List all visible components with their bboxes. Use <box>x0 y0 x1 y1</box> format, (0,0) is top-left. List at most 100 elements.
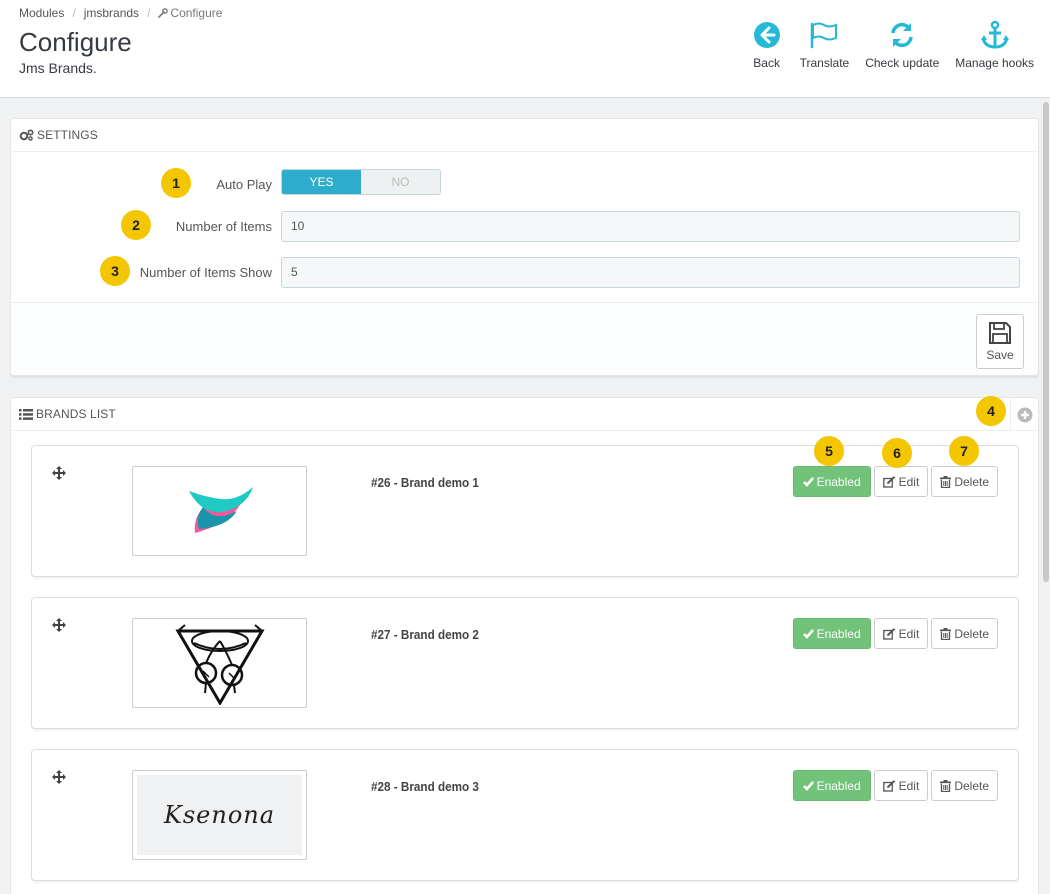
edit-icon <box>882 627 895 640</box>
arrow-left-circle-icon <box>750 18 784 52</box>
wrench-icon <box>158 8 169 18</box>
check-icon <box>802 780 814 791</box>
callout-badge-7: 7 <box>949 436 979 466</box>
auto-play-no[interactable]: NO <box>361 170 440 194</box>
bird-logo-icon <box>188 487 253 533</box>
cogs-icon <box>19 129 34 141</box>
auto-play-switch[interactable]: YES NO <box>281 169 441 195</box>
move-icon[interactable] <box>52 770 66 787</box>
breadcrumb-separator: / <box>147 6 151 20</box>
enabled-label: Enabled <box>816 778 861 793</box>
auto-play-label: Auto Play <box>216 177 272 192</box>
manage-hooks-label: Manage hooks <box>955 56 1034 70</box>
refresh-icon <box>885 18 919 52</box>
anchor-icon <box>978 18 1012 52</box>
script-logo-text: Ksenona <box>163 801 276 829</box>
brands-list-heading: Brands list <box>11 398 1038 431</box>
edit-button[interactable]: Edit <box>873 466 929 497</box>
callout-badge-6: 6 <box>882 438 912 468</box>
floppy-disk-icon <box>989 322 1011 344</box>
translate-button[interactable]: Translate <box>792 18 858 70</box>
breadcrumb-modules[interactable]: Modules <box>19 6 64 20</box>
breadcrumb-current-label: Configure <box>170 6 223 20</box>
brand-item: Ksenona #28 - Brand demo 3 Enabled Edit … <box>31 749 1019 881</box>
breadcrumb-module[interactable]: jmsbrands <box>84 6 139 20</box>
delete-label: Delete <box>954 626 989 641</box>
check-icon <box>802 628 814 639</box>
edit-icon <box>882 779 895 792</box>
page-subtitle: Jms Brands. <box>19 60 97 76</box>
brand-title: #26 - Brand demo 1 <box>371 475 479 490</box>
trash-icon <box>940 475 952 488</box>
brand-actions: Enabled Edit Delete <box>792 770 998 801</box>
edit-button[interactable]: Edit <box>873 770 929 801</box>
check-icon <box>802 476 814 487</box>
callout-badge-5: 5 <box>814 436 844 466</box>
move-icon[interactable] <box>52 466 66 483</box>
enabled-button[interactable]: Enabled <box>792 770 871 801</box>
brands-list-panel: Brands list #26 - Brand demo 1 Enabled E… <box>10 397 1039 894</box>
brand-logo <box>132 618 307 708</box>
script-logo: Ksenona <box>137 775 302 855</box>
brand-title: #28 - Brand demo 3 <box>371 779 479 794</box>
breadcrumb-current: Configure <box>158 6 222 20</box>
move-icon[interactable] <box>52 618 66 635</box>
delete-label: Delete <box>954 778 989 793</box>
save-button[interactable]: Save <box>976 314 1024 369</box>
breadcrumb: Modules / jmsbrands / Configure <box>19 6 222 20</box>
brand-item: #26 - Brand demo 1 Enabled Edit Delete <box>31 445 1019 577</box>
brand-actions: Enabled Edit Delete <box>792 466 998 497</box>
settings-footer: Save <box>11 302 1038 375</box>
back-label: Back <box>753 56 780 70</box>
number-items-show-input[interactable]: 5 <box>281 257 1020 288</box>
delete-button[interactable]: Delete <box>931 770 998 801</box>
settings-panel: Settings Auto Play YES NO Number of Item… <box>10 118 1039 376</box>
scrollbar-thumb[interactable] <box>1043 102 1049 582</box>
manage-hooks-button[interactable]: Manage hooks <box>947 18 1042 70</box>
edit-icon <box>882 475 895 488</box>
brand-logo <box>132 466 307 556</box>
enabled-label: Enabled <box>816 626 861 641</box>
delete-button[interactable]: Delete <box>931 466 998 497</box>
brand-logo: Ksenona <box>132 770 307 860</box>
settings-heading: Settings <box>11 119 1038 152</box>
trash-icon <box>940 779 952 792</box>
brand-title: #27 - Brand demo 2 <box>371 627 479 642</box>
enabled-button[interactable]: Enabled <box>792 618 871 649</box>
settings-heading-label: Settings <box>37 128 98 142</box>
callout-badge-2: 2 <box>121 210 151 240</box>
check-update-label: Check update <box>865 56 940 70</box>
cherry-triangle-logo-icon <box>174 624 265 705</box>
plus-circle-icon <box>1017 407 1032 422</box>
flag-icon <box>807 18 841 52</box>
page-title: Configure <box>19 27 132 57</box>
number-items-show-row: Number of Items Show 5 <box>11 257 1040 289</box>
edit-label: Edit <box>898 474 920 489</box>
edit-label: Edit <box>898 626 920 641</box>
page-header: Modules / jmsbrands / Configure Configur… <box>0 0 1050 98</box>
enabled-label: Enabled <box>816 474 861 489</box>
edit-button[interactable]: Edit <box>873 618 929 649</box>
breadcrumb-separator: / <box>72 6 76 20</box>
delete-button[interactable]: Delete <box>931 618 998 649</box>
translate-label: Translate <box>799 56 850 70</box>
vertical-scrollbar[interactable] <box>1042 98 1050 894</box>
auto-play-yes[interactable]: YES <box>282 170 361 194</box>
brands-list-heading-label: Brands list <box>36 407 116 421</box>
add-brand-button[interactable] <box>1010 398 1038 431</box>
number-items-label: Number of Items <box>175 219 272 234</box>
number-items-row: Number of Items 10 <box>11 211 1040 243</box>
number-items-show-label: Number of Items Show <box>139 265 272 280</box>
brand-item: #27 - Brand demo 2 Enabled Edit Delete <box>31 597 1019 729</box>
save-label: Save <box>986 348 1014 362</box>
callout-badge-4: 4 <box>976 396 1006 426</box>
list-icon <box>19 408 33 420</box>
number-items-input[interactable]: 10 <box>281 211 1020 242</box>
edit-label: Edit <box>898 778 920 793</box>
callout-badge-1: 1 <box>161 168 191 198</box>
enabled-button[interactable]: Enabled <box>792 466 871 497</box>
toolbar: Back Translate Check update Manage hooks <box>742 18 1042 70</box>
brand-actions: Enabled Edit Delete <box>792 618 998 649</box>
back-button[interactable]: Back <box>742 18 792 70</box>
check-update-button[interactable]: Check update <box>857 18 947 70</box>
